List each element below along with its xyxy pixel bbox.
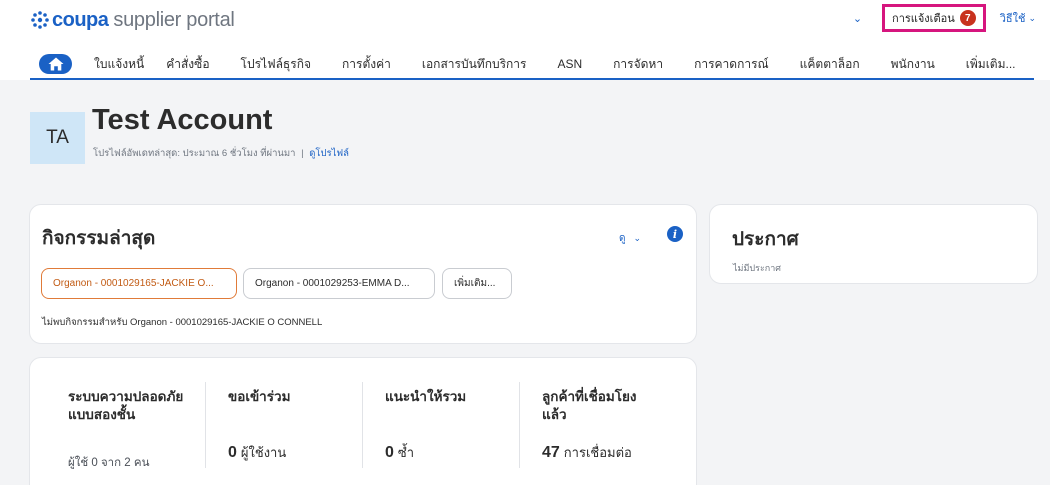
profile-updated-text: โปรไฟล์อัพเดทล่าสุด: ประมาณ 6 ชั่วโมง ที… xyxy=(93,148,296,159)
account-avatar: TA xyxy=(30,112,85,164)
nav-item-forecasts[interactable]: การคาดการณ์ xyxy=(694,55,769,74)
top-right-controls: ⌄ การแจ้งเตือน 7 วิธีใช้ ⌄ xyxy=(853,4,1036,32)
coupa-logo-icon xyxy=(31,11,49,29)
no-activity-message: ไม่พบกิจกรรมสำหรับ Organon - 0001029165-… xyxy=(42,317,323,328)
view-filter-dropdown[interactable]: ดู ⌄ xyxy=(619,231,641,246)
page-title: Test Account xyxy=(92,104,273,136)
announcements-card: ประกาศ ไม่มีประกาศ xyxy=(709,204,1038,284)
stat-value: 47 การเชื่อมต่อ xyxy=(542,442,632,463)
divider xyxy=(362,382,363,468)
nav-item-asn[interactable]: ASN xyxy=(557,57,582,71)
stat-label: ลูกค้าที่เชื่อมโยงแล้ว xyxy=(542,389,637,422)
stat-value: 0 ซ้ำ xyxy=(385,442,414,463)
separator: | xyxy=(301,148,304,159)
stat-value: 0 ผู้ใช้งาน xyxy=(228,442,286,463)
nav-item-setup[interactable]: การตั้งค่า xyxy=(342,55,391,74)
stat-two-factor[interactable]: ระบบความปลอดภัยแบบสองชั้น ผู้ใช้ 0 จาก 2… xyxy=(68,358,198,485)
no-announcements-message: ไม่มีประกาศ xyxy=(733,263,781,273)
nav-item-catalogs[interactable]: แค็ตตาล็อก xyxy=(800,55,860,74)
profile-updated-line: โปรไฟล์อัพเดทล่าสุด: ประมาณ 6 ชั่วโมง ที… xyxy=(93,146,349,161)
divider xyxy=(519,382,520,468)
stat-number: 0 xyxy=(228,444,237,461)
nav-item-employees[interactable]: พนักงาน xyxy=(891,55,935,74)
stat-label: ขอเข้าร่วม xyxy=(228,389,291,404)
customer-pill-emma[interactable]: Organon - 0001029253-EMMA D... xyxy=(243,268,435,299)
info-icon[interactable]: i xyxy=(667,226,683,242)
notifications-count-badge: 7 xyxy=(959,10,976,26)
stat-unit: ผู้ใช้งาน xyxy=(240,445,287,460)
stat-join-requests[interactable]: ขอเข้าร่วม 0 ผู้ใช้งาน xyxy=(228,358,358,485)
chevron-down-icon: ⌄ xyxy=(1028,12,1036,23)
nav-home-button[interactable] xyxy=(39,54,72,74)
view-profile-link[interactable]: ดูโปรไฟล์ xyxy=(309,148,349,159)
nav-item-sourcing[interactable]: การจัดหา xyxy=(613,55,663,74)
recent-activity-title: กิจกรรมล่าสุด xyxy=(42,228,156,249)
stat-connected-customers[interactable]: ลูกค้าที่เชื่อมโยงแล้ว 47 การเชื่อมต่อ xyxy=(542,358,682,485)
customer-pill-more[interactable]: เพิ่มเติม... xyxy=(442,268,512,299)
customer-pill-jackie[interactable]: Organon - 0001029165-JACKIE O... xyxy=(41,268,237,299)
nav-item-service-sheets[interactable]: เอกสารบันทึกบริการ xyxy=(422,55,527,74)
stat-unit: ซ้ำ xyxy=(397,445,415,460)
stat-number: 47 xyxy=(542,444,560,461)
stat-unit: การเชื่อมต่อ xyxy=(563,445,632,460)
help-label: วิธีใช้ xyxy=(999,13,1026,25)
view-filter-label: ดู xyxy=(618,233,626,244)
logo-brand-text: coupa xyxy=(52,8,109,31)
announcements-title: ประกาศ xyxy=(732,229,799,250)
chevron-down-icon: ⌄ xyxy=(633,233,641,243)
nav-item-more[interactable]: เพิ่มเติม... xyxy=(966,55,1016,74)
stat-label: แนะนำให้รวม xyxy=(385,389,467,404)
nav-item-invoices[interactable]: ใบแจ้งหนี้ xyxy=(94,55,144,74)
account-switch-chevron-icon[interactable]: ⌄ xyxy=(853,12,862,25)
main-nav: ใบแจ้งหนี้ คำสั่งซื้อ โปรไฟล์ธุรกิจ การต… xyxy=(30,50,1034,80)
stat-number: 0 xyxy=(385,444,394,461)
nav-item-orders[interactable]: คำสั่งซื้อ xyxy=(166,55,209,74)
nav-item-business-profile[interactable]: โปรไฟล์ธุรกิจ xyxy=(241,55,311,74)
stat-sub: ผู้ใช้ 0 จาก 2 คน xyxy=(68,457,150,469)
top-header: coupa supplier portal ⌄ การแจ้งเตือน 7 ว… xyxy=(0,0,1050,80)
notifications-label: การแจ้งเตือน xyxy=(892,13,955,25)
stat-merge-suggestions[interactable]: แนะนำให้รวม 0 ซ้ำ xyxy=(385,358,515,485)
coupa-logo[interactable]: coupa supplier portal xyxy=(30,6,235,34)
recent-activity-card: กิจกรรมล่าสุด ดู ⌄ i Organon - 000102916… xyxy=(29,204,697,344)
help-menu[interactable]: วิธีใช้ ⌄ xyxy=(1000,9,1036,27)
notifications-button[interactable]: การแจ้งเตือน 7 xyxy=(882,4,986,32)
home-icon xyxy=(48,57,63,71)
account-stats-card: ระบบความปลอดภัยแบบสองชั้น ผู้ใช้ 0 จาก 2… xyxy=(29,357,697,485)
logo-product-text: supplier portal xyxy=(113,8,235,31)
stat-label: ระบบความปลอดภัยแบบสองชั้น xyxy=(68,389,184,422)
divider xyxy=(205,382,206,468)
